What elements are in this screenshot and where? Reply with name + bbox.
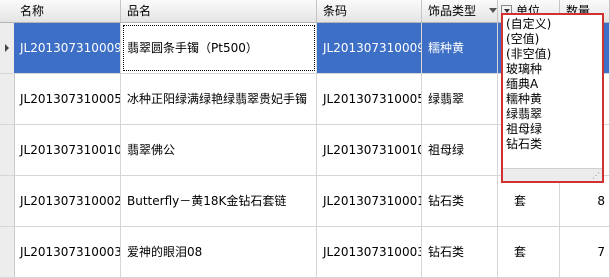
filter-dropdown: (自定义) (空值) (非空值) 玻璃种 缅典A 糯种黄 绿翡翠 祖母绿 钻石类… [501,13,604,183]
cell-product[interactable]: 冰种正阳绿满绿艳绿翡翠贵妃手镯 [121,74,317,124]
cell-product[interactable]: 爱神的眼泪08 [121,227,317,277]
cell-type[interactable]: 绿翡翠 [422,74,498,124]
cell-type[interactable]: 糯种黄 [422,23,498,73]
filter-option[interactable]: 祖母绿 [506,122,602,137]
cell-qty[interactable]: 8 [560,176,610,226]
cell-product[interactable]: 翡翠佛公 [121,125,317,175]
filter-option-nonblanks[interactable]: (非空值) [506,47,602,62]
cell-type[interactable]: 祖母绿 [422,125,498,175]
cell-name[interactable]: JL201307310002 [14,176,121,226]
col-header-name-label: 名称 [20,4,45,18]
resize-grip[interactable]: ⋰ [503,168,602,181]
col-header-product-label: 品名 [127,4,152,18]
cell-unit[interactable]: 套 [498,176,560,226]
row-indicator[interactable] [0,125,15,175]
filter-option[interactable]: 绿翡翠 [506,107,602,122]
col-header-barcode[interactable]: 条码 [317,0,422,22]
row-indicator[interactable] [0,227,15,277]
filter-option[interactable]: 钻石类 [506,137,602,152]
cell-product[interactable]: Butterfly－黄18K金钻石套链 [121,176,317,226]
cell-name[interactable]: JL201307310010 [14,125,121,175]
cell-unit[interactable]: 套 [498,227,560,277]
cell-barcode[interactable]: JL201307310009 [317,23,422,73]
cell-name[interactable]: JL201307310003 [14,227,121,277]
cell-barcode[interactable]: JL201307310003 [317,227,422,277]
filter-option-blanks[interactable]: (空值) [506,32,602,47]
cell-qty[interactable]: 7 [560,227,610,277]
cell-name[interactable]: JL201307310009 [14,23,121,73]
col-header-barcode-label: 条码 [323,4,348,18]
filter-option[interactable]: 缅典A [506,77,602,92]
col-header-name[interactable]: 名称 [14,0,121,22]
filter-option[interactable]: 糯种黄 [506,92,602,107]
resize-grip-icon: ⋰ [592,171,600,180]
cell-product[interactable]: 翡翠圆条手镯（Pt500） [121,23,317,73]
filter-option-list: (自定义) (空值) (非空值) 玻璃种 缅典A 糯种黄 绿翡翠 祖母绿 钻石类 [503,15,602,152]
row-indicator[interactable] [0,74,15,124]
cell-barcode[interactable]: JL201307310005 [317,74,422,124]
filter-option-custom[interactable]: (自定义) [506,17,602,32]
sort-down-icon[interactable] [489,8,497,13]
row-indicator[interactable] [0,176,15,226]
row-indicator[interactable] [0,23,15,73]
cell-barcode[interactable]: JL201307310001 [317,176,422,226]
cell-type[interactable]: 钻石类 [422,176,498,226]
table-row[interactable]: JL201307310003 爱神的眼泪08 JL201307310003 钻石… [0,227,610,278]
filter-option[interactable]: 玻璃种 [506,62,602,77]
cell-barcode[interactable]: JL201307310010 [317,125,422,175]
cell-name[interactable]: JL201307310005 [14,74,121,124]
current-row-arrow-icon [5,44,9,52]
col-header-product[interactable]: 品名 [121,0,317,22]
cell-type[interactable]: 钻石类 [422,227,498,277]
table-row[interactable]: JL201307310002 Butterfly－黄18K金钻石套链 JL201… [0,176,610,227]
col-header-type-label: 饰品类型 [428,4,477,18]
col-header-type[interactable]: 饰品类型 [422,0,498,22]
